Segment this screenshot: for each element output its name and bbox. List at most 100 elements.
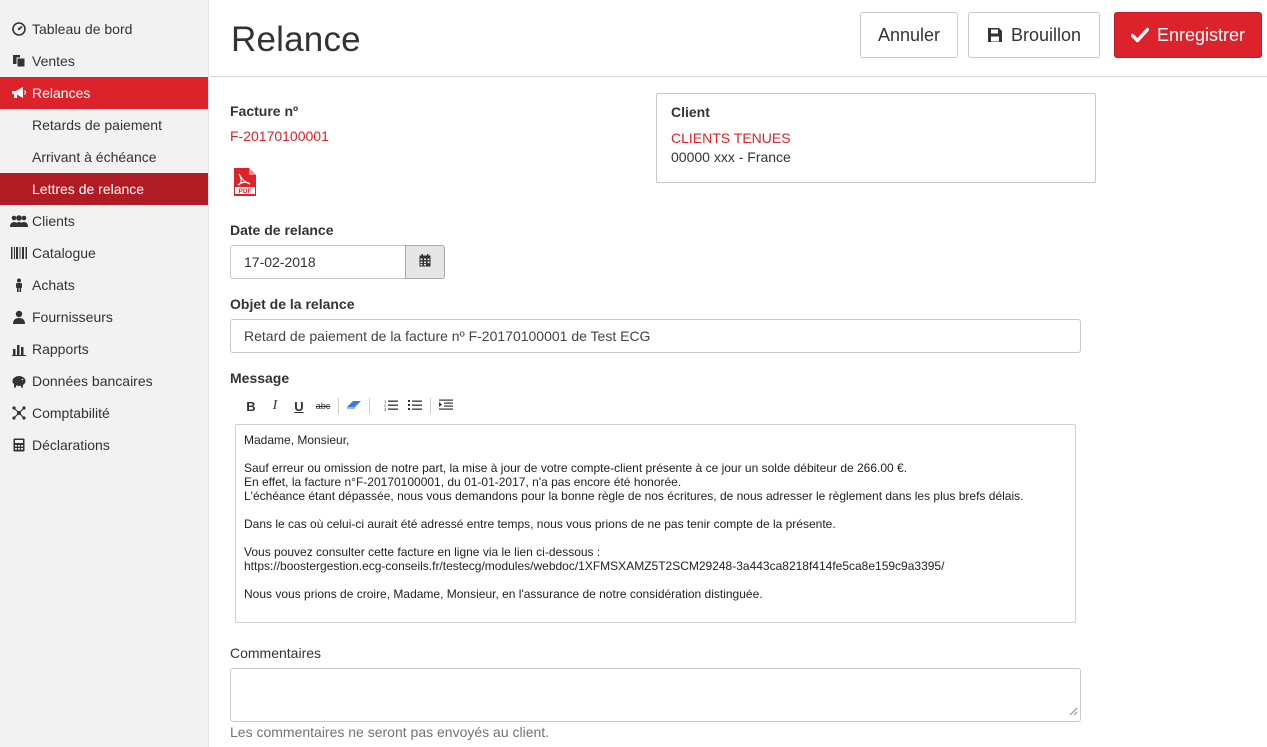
users-icon: [10, 213, 28, 229]
sidebar-item-fournisseurs[interactable]: Fournisseurs: [0, 301, 208, 333]
underline-icon: U: [294, 398, 304, 414]
sidebar-item-declarations[interactable]: Déclarations: [0, 429, 208, 461]
unordered-list-icon: [408, 399, 422, 414]
megaphone-icon: [10, 85, 28, 101]
sidebar-item-label: Achats: [32, 277, 75, 293]
page-header: Relance Annuler Brouillon Enregistrer: [210, 0, 1267, 77]
message-line: L'échéance étant dépassée, nous vous dem…: [244, 489, 1024, 503]
sidebar-item-tableau-de-bord[interactable]: Tableau de bord: [0, 13, 208, 45]
sidebar-item-label: Comptabilité: [32, 405, 110, 421]
sidebar-item-label: Déclarations: [32, 437, 110, 453]
sidebar-subitem-label: Retards de paiement: [32, 117, 162, 133]
save-button[interactable]: Enregistrer: [1114, 12, 1262, 58]
message-link: https://boostergestion.ecg-conseils.fr/t…: [244, 559, 945, 573]
sidebar-item-ventes[interactable]: Ventes: [0, 45, 208, 77]
sidebar-item-label: Données bancaires: [32, 373, 153, 389]
invoice-label: Facture nº: [230, 103, 299, 119]
message-line: Sauf erreur ou omission de notre part, l…: [244, 461, 908, 475]
message-line: Madame, Monsieur,: [244, 433, 350, 447]
sidebar-item-comptabilite[interactable]: Comptabilité: [0, 397, 208, 429]
sidebar-subitem-label: Arrivant à échéance: [32, 149, 157, 165]
toolbar-divider: [369, 398, 370, 414]
sidebar: Tableau de bord Ventes Relances Retards …: [0, 0, 209, 747]
cancel-button-label: Annuler: [877, 24, 941, 45]
buyer-icon: [10, 277, 28, 293]
comments-help-text: Les commentaires ne seront pas envoyés a…: [230, 724, 550, 740]
save-disk-icon: [987, 27, 1003, 43]
invoice-number-link[interactable]: F-20170100001: [230, 128, 329, 144]
sidebar-item-label: Catalogue: [32, 245, 96, 261]
sidebar-item-catalogue[interactable]: Catalogue: [0, 237, 208, 269]
message-line: Dans le cas où celui-ci aurait été adres…: [244, 517, 836, 531]
sidebar-subitem-lettres-de-relance[interactable]: Lettres de relance: [0, 173, 208, 205]
bold-button[interactable]: B: [239, 396, 263, 416]
toolbar-divider: [430, 398, 431, 414]
message-label: Message: [230, 370, 290, 386]
calculator-icon: [10, 437, 28, 453]
sidebar-item-donnees-bancaires[interactable]: Données bancaires: [0, 365, 208, 397]
files-icon: [10, 53, 28, 69]
sidebar-item-label: Ventes: [32, 53, 75, 69]
client-label: Client: [671, 104, 710, 120]
network-icon: [10, 405, 28, 421]
svg-text:3: 3: [384, 407, 387, 411]
sidebar-item-clients[interactable]: Clients: [0, 205, 208, 237]
message-line: [244, 573, 1067, 587]
page-title: Relance: [231, 20, 361, 59]
date-input[interactable]: 17-02-2018: [230, 245, 406, 279]
sidebar-item-label: Clients: [32, 213, 75, 229]
client-address: 00000 xxx - France: [671, 149, 791, 165]
ordered-list-icon: 123: [384, 399, 398, 414]
message-line: Vous pouvez consulter cette facture en l…: [244, 545, 601, 559]
calendar-icon: [419, 254, 431, 270]
strikethrough-button[interactable]: abc: [311, 396, 335, 416]
user-icon: [10, 309, 28, 325]
unordered-list-button[interactable]: [403, 396, 427, 416]
sidebar-subitem-label: Lettres de relance: [32, 181, 145, 197]
strikethrough-icon: abc: [315, 401, 331, 411]
sidebar-item-label: Tableau de bord: [32, 21, 133, 37]
check-icon: [1130, 27, 1149, 43]
comments-label: Commentaires: [230, 645, 322, 661]
comments-textarea[interactable]: [230, 668, 1081, 722]
eraser-button[interactable]: [342, 396, 366, 416]
dashboard-icon: [10, 21, 28, 37]
bar-chart-icon: [10, 341, 28, 357]
sidebar-item-label: Fournisseurs: [32, 309, 113, 325]
calendar-button[interactable]: [405, 245, 445, 279]
sidebar-item-label: Rapports: [32, 341, 89, 357]
save-button-label: Enregistrer: [1156, 24, 1246, 45]
editor-toolbar: B I U abc 123: [239, 396, 458, 416]
underline-button[interactable]: U: [287, 396, 311, 416]
italic-button[interactable]: I: [263, 396, 287, 416]
piggy-bank-icon: [10, 373, 28, 389]
sidebar-item-rapports[interactable]: Rapports: [0, 333, 208, 365]
subject-label: Objet de la relance: [230, 296, 355, 312]
bold-icon: B: [246, 398, 256, 414]
indent-button[interactable]: [434, 396, 458, 416]
sidebar-subitem-retards-de-paiement[interactable]: Retards de paiement: [0, 109, 208, 141]
sidebar-item-achats[interactable]: Achats: [0, 269, 208, 301]
eraser-icon: [346, 399, 362, 414]
message-line: [244, 503, 1067, 517]
italic-icon: I: [272, 398, 278, 413]
message-line: [244, 447, 1067, 461]
subject-input[interactable]: Retard de paiement de la facture nº F-20…: [230, 319, 1081, 353]
message-editor[interactable]: Madame, Monsieur, Sauf erreur ou omissio…: [235, 424, 1076, 623]
toolbar-divider: [338, 398, 339, 414]
client-name-link[interactable]: CLIENTS TENUES: [671, 130, 1081, 146]
sidebar-item-relances[interactable]: Relances: [0, 77, 208, 109]
sidebar-subitem-arrivant-a-echeance[interactable]: Arrivant à échéance: [0, 141, 208, 173]
date-label: Date de relance: [230, 222, 334, 238]
message-line: [244, 531, 1067, 545]
indent-icon: [439, 399, 453, 414]
sidebar-item-label: Relances: [32, 85, 91, 101]
barcode-icon: [10, 245, 28, 261]
cancel-button[interactable]: Annuler: [860, 12, 958, 58]
ordered-list-button[interactable]: 123: [379, 396, 403, 416]
client-card: Client CLIENTS TENUES 00000 xxx - France: [656, 93, 1096, 183]
draft-button[interactable]: Brouillon: [968, 12, 1100, 58]
svg-text:PDF: PDF: [239, 188, 252, 195]
resize-handle-icon[interactable]: [1069, 703, 1078, 719]
pdf-icon[interactable]: PDF: [232, 167, 258, 200]
